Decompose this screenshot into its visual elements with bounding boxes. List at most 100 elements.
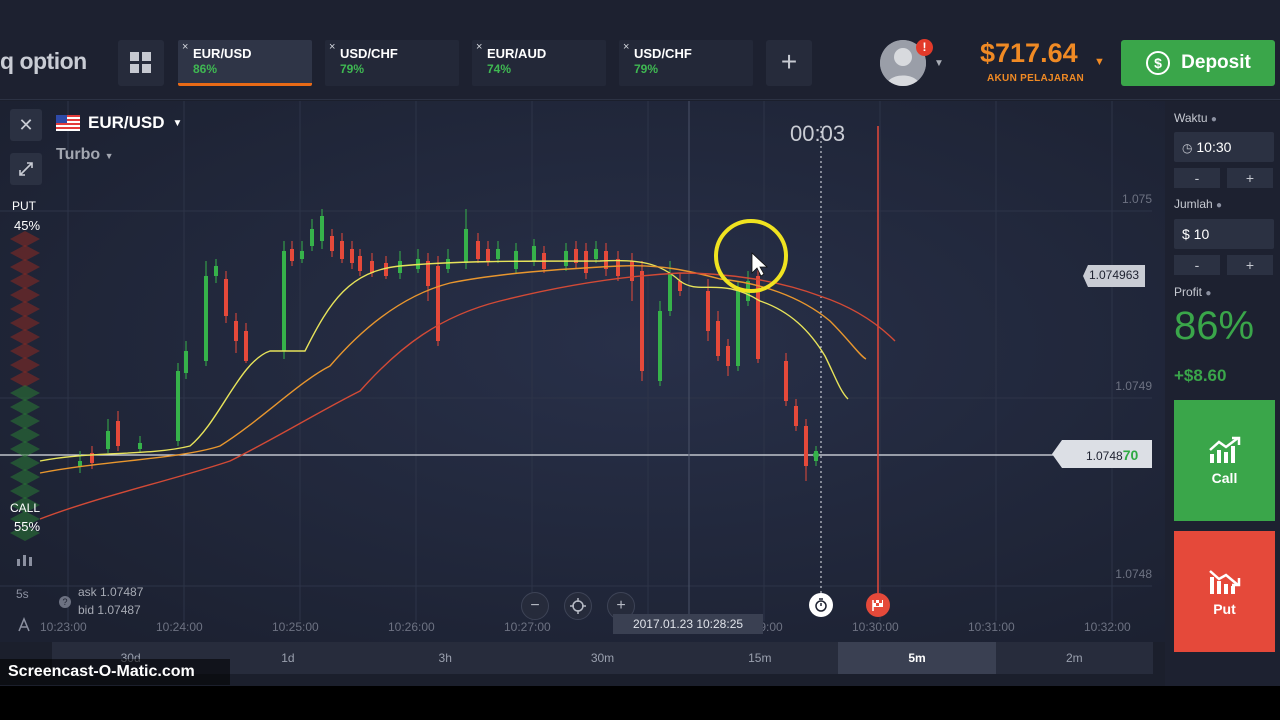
period-5m[interactable]: 5m: [838, 642, 996, 674]
zoom-out-button[interactable]: −: [521, 592, 549, 620]
put-button[interactable]: Put: [1174, 531, 1275, 652]
period-15m[interactable]: 15m: [681, 642, 838, 674]
x-axis-label: 10:25:00: [272, 620, 319, 634]
last-price-tag: 1.074963: [1083, 265, 1146, 287]
close-icon[interactable]: ×: [623, 41, 629, 53]
add-asset-button[interactable]: +: [766, 40, 812, 86]
tab-symbol: EUR/AUD: [487, 46, 547, 61]
period-1d[interactable]: 1d: [209, 642, 366, 674]
help-icon[interactable]: ●: [1205, 288, 1211, 299]
candle-body: [640, 271, 644, 371]
chevron-down-icon: ▼: [104, 151, 114, 161]
app-frame: q option × EUR/USD 86% × USD/CHF 79% × E…: [0, 0, 1280, 720]
expiry-time-field[interactable]: ◷ 10:30: [1174, 132, 1274, 162]
put-label: Put: [1213, 600, 1236, 617]
help-icon[interactable]: ●: [1211, 114, 1217, 125]
x-axis-label: 10:31:00: [968, 620, 1015, 634]
chevron-down-icon: ▼: [172, 117, 183, 129]
profit-amount: +$8.60: [1174, 366, 1227, 385]
chart-type-icon[interactable]: [16, 553, 34, 570]
period-30m[interactable]: 30m: [524, 642, 681, 674]
crosshair-icon: [570, 598, 586, 614]
amount-input[interactable]: $ 10: [1174, 219, 1274, 249]
grid-menu-button[interactable]: [118, 40, 164, 86]
period-3h[interactable]: 3h: [367, 642, 524, 674]
expiry-countdown: 00:03: [790, 121, 846, 146]
profit-label-text: Profit: [1174, 285, 1203, 299]
notification-badge[interactable]: !: [916, 39, 933, 56]
call-sentiment-label: CALL: [10, 501, 41, 515]
candle-body: [726, 346, 730, 366]
close-icon: ✕: [18, 114, 34, 135]
call-sentiment-pct: 55%: [14, 519, 41, 534]
close-icon[interactable]: ×: [182, 41, 188, 53]
y-axis-label: 1.075: [1121, 192, 1152, 206]
finish-flag-icon: [872, 600, 883, 611]
account-balance[interactable]: $717.64: [980, 38, 1078, 69]
close-icon[interactable]: ×: [476, 41, 482, 53]
period-2m[interactable]: 2m: [996, 642, 1153, 674]
collapse-button[interactable]: [10, 153, 42, 185]
bottom-letterbox: [0, 686, 1280, 720]
interval-button[interactable]: 5s: [16, 587, 29, 601]
collapse-icon: [19, 162, 33, 176]
candle-body: [184, 351, 188, 373]
current-price-main: 1.0748: [1086, 449, 1123, 463]
asset-tab-usdchf-2[interactable]: × USD/CHF 79%: [619, 40, 753, 86]
tab-payout: 79%: [340, 62, 365, 76]
price-chart[interactable]: [0, 101, 1165, 642]
candle-body: [794, 406, 798, 426]
time-increase-button[interactable]: +: [1227, 168, 1273, 188]
option-type-selector[interactable]: Turbo ▼: [56, 146, 114, 164]
help-icon[interactable]: ●: [1216, 200, 1222, 211]
candle-body: [616, 259, 620, 276]
deposit-button[interactable]: $ Deposit: [1121, 40, 1275, 86]
candle-body: [340, 241, 344, 259]
tab-symbol: EUR/USD: [193, 46, 252, 61]
close-chart-button[interactable]: ✕: [10, 109, 42, 141]
expiry-time-value: 10:30: [1196, 139, 1232, 155]
tab-payout: 79%: [634, 62, 659, 76]
chevron-down-icon[interactable]: ▼: [1094, 56, 1105, 68]
candle-body: [706, 291, 710, 331]
info-icon[interactable]: ?: [59, 596, 71, 608]
candle-body: [290, 249, 294, 261]
call-button[interactable]: Call: [1174, 400, 1275, 521]
purchase-deadline-marker: [809, 593, 833, 617]
asset-selector[interactable]: EUR/USD ▼: [56, 113, 182, 133]
recorder-watermark: Screencast-O-Matic.com: [0, 659, 230, 685]
asset-tab-usdchf[interactable]: × USD/CHF 79%: [325, 40, 459, 86]
candle-body: [668, 273, 672, 311]
candle-body: [224, 279, 228, 316]
candle-body: [436, 266, 440, 341]
candle-body: [532, 246, 536, 261]
chart-canvas[interactable]: [0, 101, 1165, 642]
close-icon[interactable]: ×: [329, 41, 335, 53]
candle-body: [784, 361, 788, 401]
candle-body: [736, 291, 740, 366]
chevron-down-icon[interactable]: ▼: [934, 58, 944, 69]
candle-body: [214, 266, 218, 276]
candle-body: [330, 236, 334, 251]
amount-label-text: Jumlah: [1174, 197, 1213, 211]
y-axis-label: 1.0749: [1115, 379, 1152, 393]
recenter-button[interactable]: [564, 592, 592, 620]
grid-icon: [130, 52, 151, 73]
asset-tab-eurusd[interactable]: × EUR/USD 86%: [178, 40, 312, 86]
current-price-dot: [813, 452, 819, 458]
asset-tab-euraud[interactable]: × EUR/AUD 74%: [472, 40, 606, 86]
us-flag-icon: [56, 115, 80, 131]
time-decrease-button[interactable]: -: [1174, 168, 1220, 188]
amount-label: Jumlah ●: [1174, 197, 1222, 211]
candle-body: [446, 259, 450, 269]
candle-body: [514, 251, 518, 269]
amount-decrease-button[interactable]: -: [1174, 255, 1220, 275]
x-axis-label: 10:27:00: [504, 620, 551, 634]
ask-price: ask 1.07487: [78, 585, 144, 599]
chart-down-icon: [1208, 569, 1240, 594]
time-label-text: Waktu: [1174, 111, 1208, 125]
candle-body: [584, 251, 588, 273]
x-axis-label: 10:32:00: [1084, 620, 1131, 634]
amount-increase-button[interactable]: +: [1227, 255, 1273, 275]
draw-tool-icon[interactable]: [16, 617, 32, 636]
